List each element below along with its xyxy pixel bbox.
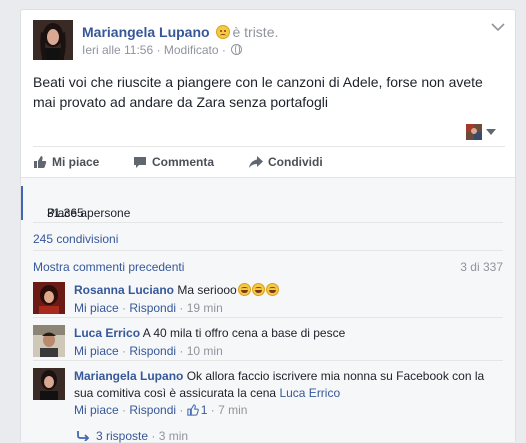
- action-bar: Mi piace Commenta Condividi: [33, 146, 505, 177]
- share-arrow-icon: [249, 156, 263, 168]
- comment-reply-link[interactable]: Rispondi: [129, 344, 176, 358]
- comment-icon: [134, 157, 146, 168]
- post-meta: Ieri alle 11:56 · Modificato ·: [82, 43, 243, 57]
- comment-reply-link[interactable]: Rispondi: [129, 403, 176, 417]
- comment-button[interactable]: Commenta: [133, 155, 214, 169]
- feeling-text: è triste.: [232, 24, 279, 40]
- comment-counter: 3 di 337: [460, 260, 503, 274]
- edited-label[interactable]: Modificato: [164, 43, 219, 57]
- previous-comments-row: Mostra commenti precedenti 3 di 337: [33, 250, 503, 278]
- chevron-down-icon[interactable]: [491, 22, 505, 32]
- show-previous-comments-link[interactable]: Mostra commenti precedenti: [33, 260, 184, 274]
- comment-like-link[interactable]: Mi piace: [74, 301, 119, 315]
- author-name[interactable]: Mariangela Lupano: [82, 24, 210, 40]
- author-line: Mariangela Lupano è triste.: [82, 24, 278, 40]
- comment-reply-link[interactable]: Rispondi: [129, 301, 176, 315]
- comment-time[interactable]: 19 min: [187, 301, 223, 315]
- comment-like-link[interactable]: Mi piace: [74, 403, 119, 417]
- like-button[interactable]: Mi piace: [33, 155, 99, 169]
- commenter-avatar[interactable]: [33, 325, 65, 357]
- sad-face-icon: [216, 25, 231, 39]
- comment-item: Rosanna Luciano Ma seriooo Mi piace · Ri…: [33, 282, 503, 322]
- comment-divider: [33, 317, 503, 318]
- comment-item: Mariangela Lupano Ok allora faccio iscri…: [33, 368, 503, 424]
- comment-body: Luca Errico A 40 mila ti offro cena a ba…: [74, 325, 494, 342]
- meta-separator-2: ·: [221, 43, 226, 57]
- caret-down-icon: [486, 129, 496, 135]
- author-avatar[interactable]: [33, 20, 73, 60]
- likes-count-link[interactable]: 31.365 persone: [47, 206, 130, 220]
- like-thumb-icon: [187, 404, 199, 416]
- reply-arrow-icon: [77, 431, 90, 442]
- comment-label: Commenta: [152, 155, 215, 169]
- post-text: Beati voi che riuscite a piangere con le…: [33, 74, 483, 110]
- like-thumb-icon: [34, 156, 47, 168]
- comment-body: Mariangela Lupano Ok allora faccio iscri…: [74, 368, 494, 402]
- meta-separator: ·: [156, 43, 161, 57]
- comment-reactions[interactable]: 1: [187, 403, 208, 417]
- comment-body: Rosanna Luciano Ma seriooo: [74, 282, 494, 299]
- commenter-avatar[interactable]: [33, 282, 65, 314]
- likes-suffix: .: [47, 206, 51, 220]
- viewer-avatar: [466, 124, 482, 140]
- comment-time[interactable]: 7 min: [218, 403, 247, 417]
- post-card: Mariangela Lupano è triste. Ieri alle 11…: [20, 9, 516, 443]
- share-button[interactable]: Condividi: [249, 155, 323, 169]
- shares-link[interactable]: 245 condivisioni: [33, 232, 118, 246]
- commenter-avatar[interactable]: [33, 368, 65, 400]
- grin-emoji-icon: [237, 283, 251, 296]
- comments-section: Piace a 31.365 persone. 245 condivisioni…: [21, 177, 515, 443]
- globe-icon[interactable]: [231, 44, 243, 55]
- comment-actions: Mi piace · Rispondi · 1 · 7 min: [74, 403, 248, 417]
- shares-summary: 245 condivisioni: [33, 222, 503, 250]
- grin-emoji-icon: [265, 283, 279, 296]
- comment-like-link[interactable]: Mi piace: [74, 344, 119, 358]
- comment-text: A 40 mila ti offro cena a base di pesce: [142, 326, 346, 340]
- comment-divider: [33, 360, 503, 361]
- comment-time[interactable]: 10 min: [187, 344, 223, 358]
- comment-author[interactable]: Mariangela Lupano: [74, 369, 183, 383]
- comment-author[interactable]: Luca Errico: [74, 326, 140, 340]
- like-label: Mi piace: [52, 155, 100, 169]
- comment-mention-link[interactable]: Luca Errico: [279, 386, 340, 400]
- comment-actions: Mi piace · Rispondi · 19 min: [74, 301, 223, 315]
- comment-item: Luca Errico A 40 mila ti offro cena a ba…: [33, 325, 503, 365]
- likes-summary: Piace a 31.365 persone.: [21, 186, 515, 220]
- post-timestamp[interactable]: Ieri alle 11:56: [82, 43, 153, 57]
- share-label: Condividi: [268, 155, 323, 169]
- audience-selector[interactable]: [466, 124, 496, 140]
- grin-emoji-icon: [251, 283, 265, 296]
- comment-actions: Mi piace · Rispondi · 10 min: [74, 344, 223, 358]
- comment-text: Ma seriooo: [177, 283, 237, 297]
- comment-author[interactable]: Rosanna Luciano: [74, 283, 174, 297]
- reaction-count: 1: [200, 403, 208, 417]
